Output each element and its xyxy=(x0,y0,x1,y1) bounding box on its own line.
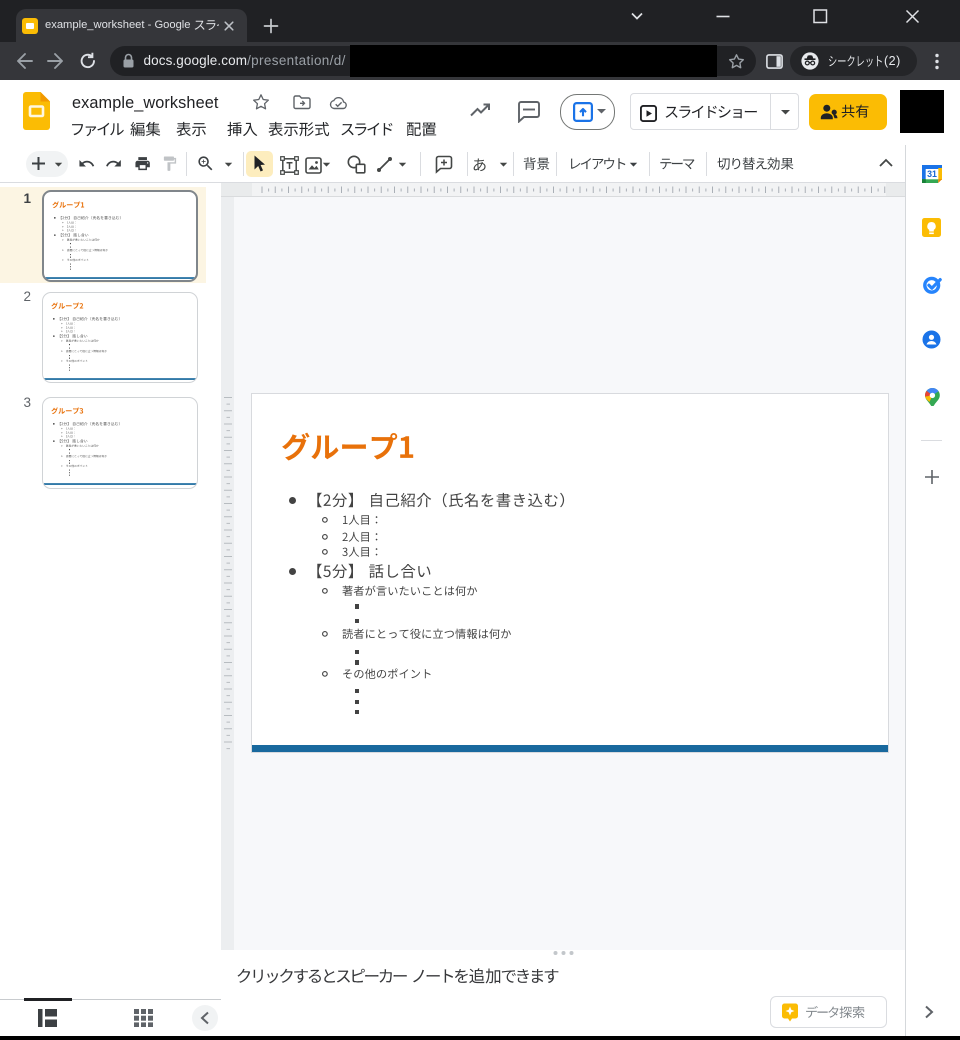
svg-text:31: 31 xyxy=(927,169,937,179)
